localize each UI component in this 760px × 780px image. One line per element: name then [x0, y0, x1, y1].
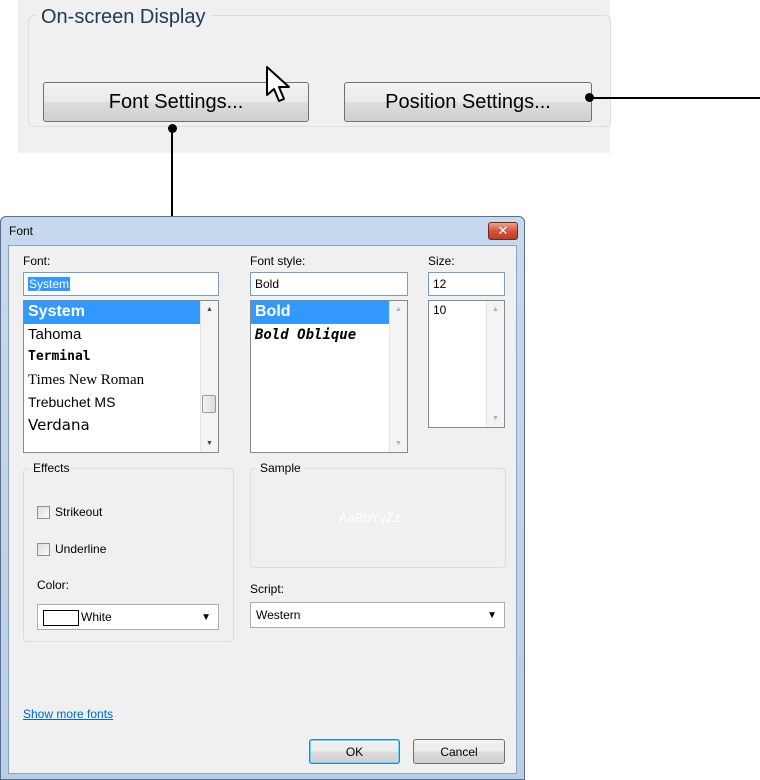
osd-panel: On-screen Display	[18, 0, 611, 153]
scroll-down-icon[interactable]: ▼	[201, 435, 218, 452]
font-style-list[interactable]: Bold Bold Oblique ▲ ▼	[250, 300, 408, 453]
osd-group-title: On-screen Display	[36, 5, 211, 29]
callout-line-position	[589, 97, 760, 99]
underline-checkbox[interactable]	[37, 543, 50, 556]
callout-dot-font	[168, 124, 177, 133]
close-icon: ✕	[497, 223, 509, 238]
position-settings-button[interactable]: Position Settings...	[344, 82, 592, 122]
style-list-scrollbar[interactable]: ▲ ▼	[389, 301, 407, 452]
font-list[interactable]: System Tahoma Terminal Times New Roman T…	[23, 300, 219, 453]
strikeout-checkbox[interactable]	[37, 506, 50, 519]
underline-label[interactable]: Underline	[55, 542, 106, 556]
cancel-button[interactable]: Cancel	[413, 739, 505, 764]
script-label: Script:	[250, 582, 285, 596]
ok-button[interactable]: OK	[309, 739, 400, 764]
color-value: White	[81, 610, 112, 624]
color-swatch	[43, 610, 79, 626]
size-list-scrollbar[interactable]: ▲ ▼	[486, 301, 504, 427]
dialog-body: Font: System System Tahoma Terminal Time…	[8, 245, 517, 774]
font-list-item-trebuchet-ms[interactable]: Trebuchet MS	[24, 391, 218, 414]
font-list-item-times-new-roman[interactable]: Times New Roman	[24, 369, 218, 392]
color-dropdown[interactable]: White ▼	[37, 604, 219, 630]
sample-title: Sample	[257, 461, 304, 475]
close-button[interactable]: ✕	[488, 222, 518, 240]
scroll-thumb[interactable]	[202, 395, 216, 413]
chevron-down-icon: ▼	[201, 612, 211, 623]
style-list-item-bold-oblique[interactable]: Bold Oblique	[251, 324, 407, 347]
color-label: Color:	[37, 578, 70, 592]
font-list-item-tahoma[interactable]: Tahoma	[24, 324, 218, 347]
font-name-value: System	[28, 277, 71, 291]
chevron-down-icon: ▼	[487, 610, 497, 621]
font-label: Font:	[23, 254, 51, 268]
size-input[interactable]: 12	[428, 272, 505, 296]
scroll-up-icon[interactable]: ▲	[201, 301, 218, 318]
script-value: Western	[256, 608, 301, 622]
scroll-down-icon[interactable]: ▼	[487, 410, 504, 427]
size-label: Size:	[428, 254, 455, 268]
callout-dot-position	[585, 93, 594, 102]
font-style-label: Font style:	[250, 254, 306, 268]
size-list[interactable]: 10 ▲ ▼	[428, 300, 505, 428]
style-list-item-bold[interactable]: Bold	[251, 301, 407, 324]
strikeout-label[interactable]: Strikeout	[55, 505, 102, 519]
dialog-titlebar[interactable]: Font ✕	[1, 217, 524, 245]
font-list-item-system[interactable]: System	[24, 301, 218, 324]
dialog-title: Font	[9, 224, 34, 238]
scroll-down-icon[interactable]: ▼	[390, 435, 407, 452]
font-list-item-verdana[interactable]: Verdana	[24, 414, 218, 437]
font-list-item-terminal[interactable]: Terminal	[24, 346, 218, 369]
effects-title: Effects	[30, 461, 73, 475]
font-name-input[interactable]: System	[23, 272, 219, 296]
scroll-up-icon[interactable]: ▲	[487, 301, 504, 318]
font-style-input[interactable]: Bold	[250, 272, 408, 296]
font-dialog: Font ✕ Font: System System Tahoma Termin…	[0, 216, 525, 780]
arrow-cursor-icon	[266, 66, 290, 102]
show-more-fonts-link[interactable]: Show more fonts	[23, 707, 113, 721]
font-list-scrollbar[interactable]: ▲ ▼	[200, 301, 218, 452]
scroll-up-icon[interactable]: ▲	[390, 301, 407, 318]
callout-line-font	[171, 129, 173, 230]
sample-text: AaBbYyZz	[339, 510, 401, 525]
script-dropdown[interactable]: Western ▼	[250, 602, 505, 628]
